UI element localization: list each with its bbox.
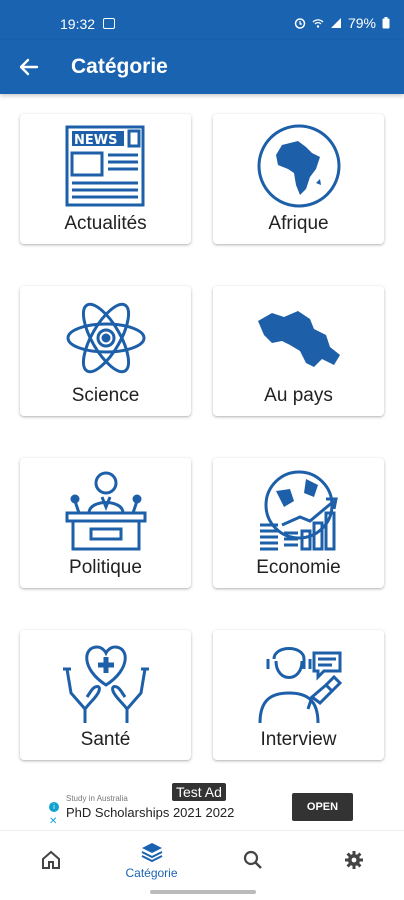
category-label: Science xyxy=(71,385,140,406)
category-card-science[interactable]: Science xyxy=(20,286,191,416)
nav-home[interactable] xyxy=(0,831,101,889)
ad-info-icon[interactable]: i xyxy=(49,802,59,812)
ad-title[interactable]: PhD Scholarships 2021 2022 xyxy=(66,805,234,820)
status-time: 19:32 xyxy=(60,16,96,32)
ad-close-icon[interactable]: ✕ xyxy=(49,817,59,827)
category-label: Santé xyxy=(80,729,131,750)
arrow-left-icon xyxy=(19,58,39,76)
category-label: Economie xyxy=(256,557,341,578)
battery-icon xyxy=(382,17,390,29)
category-label: Au pays xyxy=(264,385,333,406)
status-bar: 19:32 79% xyxy=(0,0,404,40)
category-card-economie[interactable]: Economie xyxy=(213,458,384,588)
country-map-icon xyxy=(258,311,340,367)
category-card-politique[interactable]: Politique xyxy=(20,458,191,588)
category-label: Afrique xyxy=(268,213,329,234)
search-icon xyxy=(243,850,262,869)
category-card-interview[interactable]: Interview xyxy=(213,630,384,760)
nav-categorie-label: Catégorie xyxy=(125,865,178,880)
podium-speaker-icon xyxy=(65,471,147,551)
category-label: Politique xyxy=(69,557,142,578)
svg-text:NEWS: NEWS xyxy=(74,133,117,148)
category-label: Actualités xyxy=(64,213,147,234)
page-title: Catégorie xyxy=(71,55,168,78)
health-hands-icon xyxy=(63,645,149,723)
category-card-sante[interactable]: Santé xyxy=(20,630,191,760)
ad-open-button[interactable]: OPEN xyxy=(292,793,353,821)
ad-sponsor: Study in Australia xyxy=(66,794,128,803)
nav-search[interactable] xyxy=(202,831,303,889)
economy-growth-icon xyxy=(260,470,338,551)
ad-test-badge: Test Ad xyxy=(172,783,226,801)
app-bar: Catégorie xyxy=(0,40,404,94)
nav-categorie[interactable]: Catégorie xyxy=(101,831,202,889)
bottom-nav: Catégorie xyxy=(0,830,404,888)
signal-icon xyxy=(330,18,341,28)
notification-icon xyxy=(103,18,115,29)
alarm-icon xyxy=(294,18,306,29)
status-icons: 79% xyxy=(294,15,390,31)
nav-settings[interactable] xyxy=(303,831,404,889)
africa-globe-icon xyxy=(257,124,341,208)
category-card-afrique[interactable]: Afrique xyxy=(213,114,384,244)
wifi-icon xyxy=(312,19,324,28)
gesture-bar xyxy=(150,890,256,894)
category-card-actualites[interactable]: NEWS Actualités xyxy=(20,114,191,244)
atom-icon xyxy=(66,302,146,374)
newspaper-icon: NEWS xyxy=(65,125,145,207)
back-button[interactable] xyxy=(14,52,44,82)
home-icon xyxy=(41,850,60,869)
layers-icon xyxy=(141,842,162,862)
gear-icon xyxy=(344,851,363,869)
battery-percent: 79% xyxy=(347,15,376,31)
category-label: Interview xyxy=(260,729,337,750)
interview-icon xyxy=(258,647,343,724)
category-card-au-pays[interactable]: Au pays xyxy=(213,286,384,416)
